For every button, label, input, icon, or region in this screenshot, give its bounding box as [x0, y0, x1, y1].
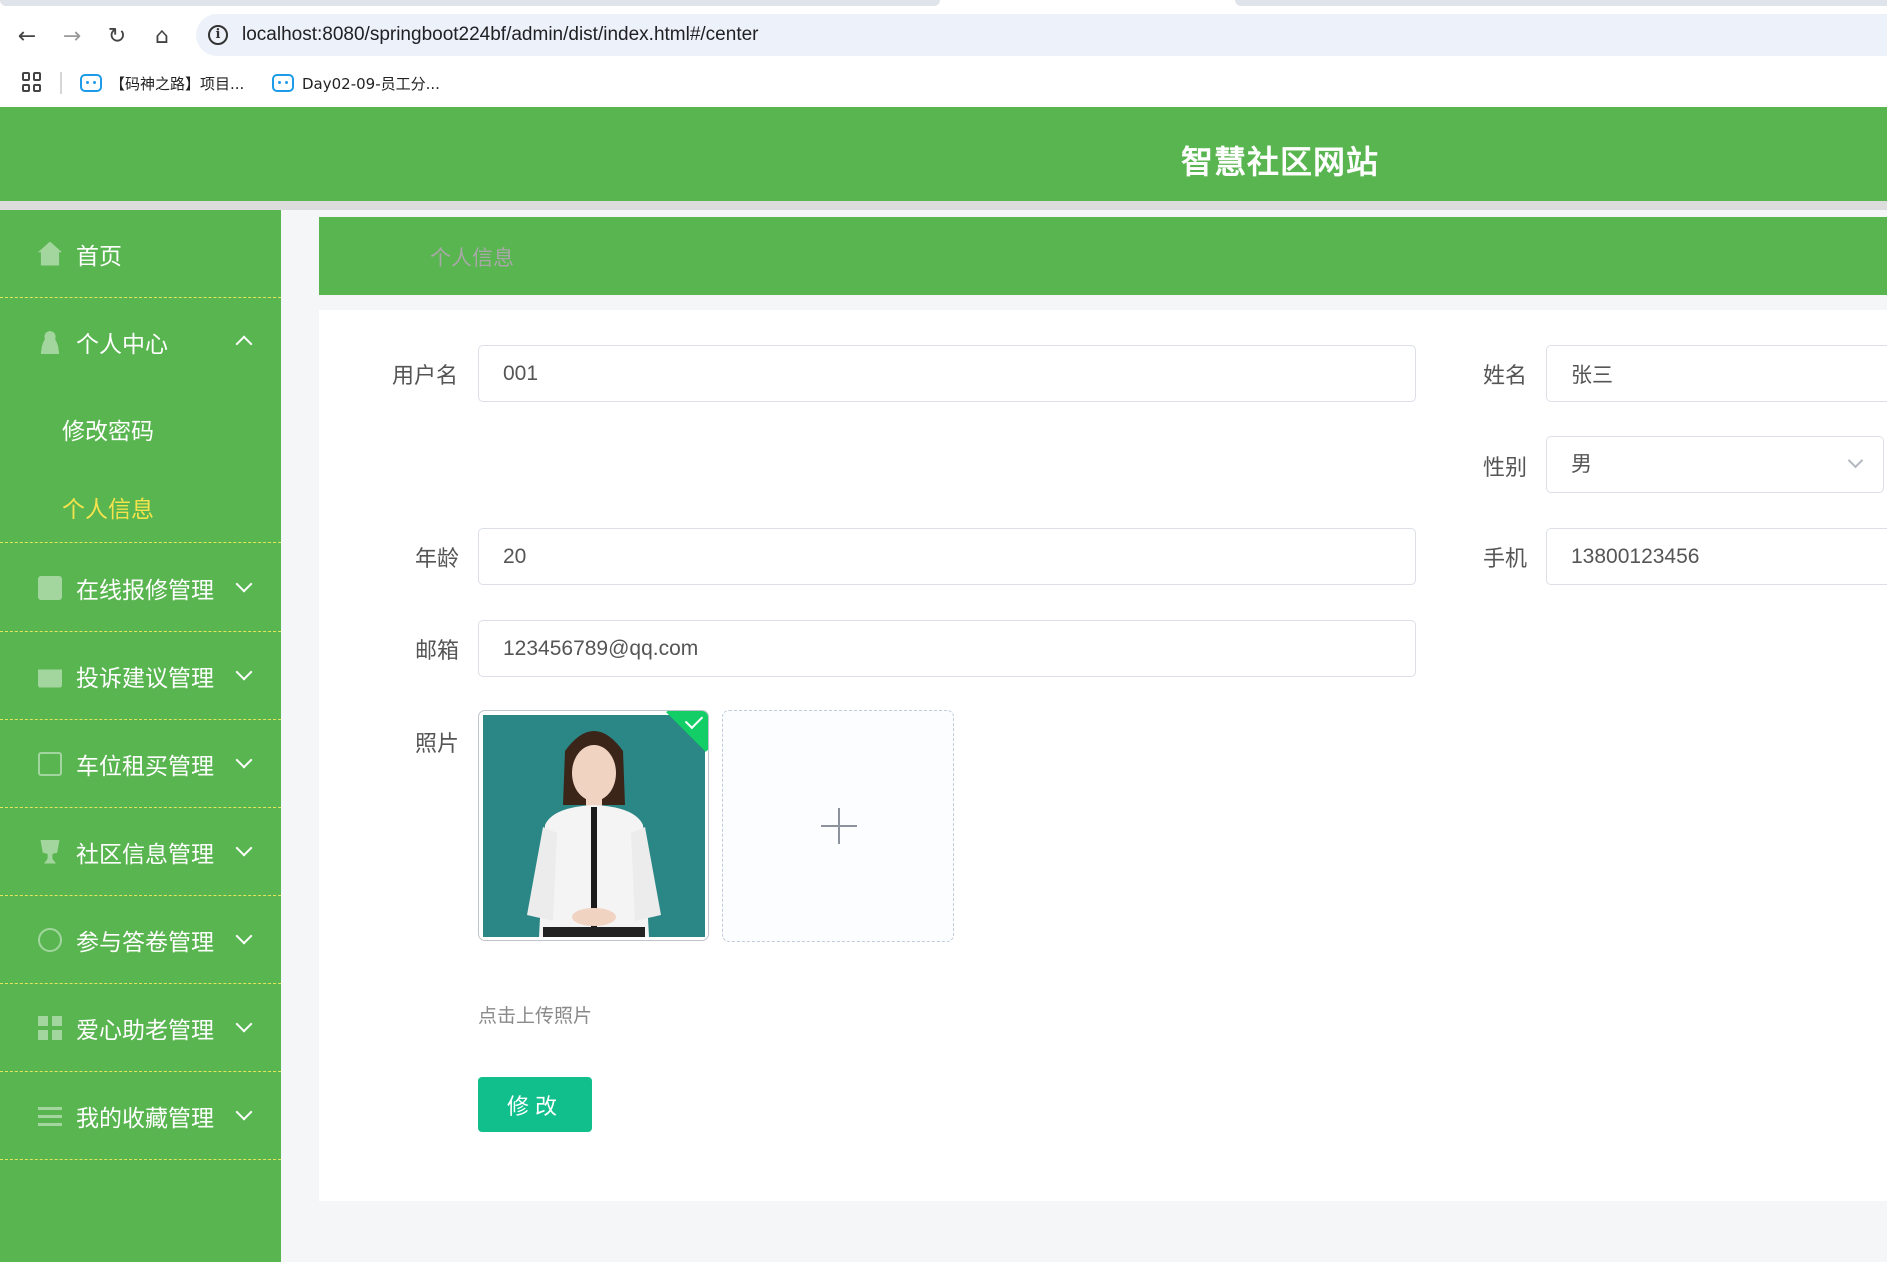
name-label: 姓名 [1483, 364, 1528, 389]
age-input[interactable] [478, 528, 1416, 585]
chevron-down-icon [235, 839, 253, 857]
address-bar[interactable]: i localhost:8080/springboot224bf/admin/d… [196, 14, 1887, 56]
sidebar-item-complaints[interactable]: 投诉建议管理 [0, 632, 281, 720]
sidebar-item-home[interactable]: 首页 [0, 210, 281, 298]
upload-tip: 点击上传照片 [478, 1005, 593, 1027]
circle-icon [38, 927, 62, 952]
sidebar-item-favorites[interactable]: 我的收藏管理 [0, 1072, 281, 1160]
sidebar-item-label: 个人中心 [76, 332, 168, 358]
sidebar-item-label: 首页 [76, 243, 122, 270]
phone-input[interactable] [1546, 528, 1887, 585]
browser-tab[interactable] [0, 0, 940, 6]
forward-arrow-icon[interactable]: → [56, 20, 88, 52]
sidebar-item-label: 在线报修管理 [76, 577, 214, 604]
chevron-down-icon [235, 927, 253, 945]
sidebar-item-label: 参与答卷管理 [76, 929, 214, 956]
bookmark-label: 【码神之路】项目... [110, 74, 245, 93]
photo-upload-button[interactable] [722, 710, 954, 942]
reload-icon[interactable]: ↻ [101, 20, 133, 52]
profile-photo-image [483, 715, 705, 937]
site-info-icon[interactable]: i [208, 25, 228, 45]
update-button[interactable]: 修改 [478, 1077, 592, 1132]
bookmark-label: Day02-09-员工分... [302, 74, 440, 93]
chevron-down-icon [1847, 452, 1864, 469]
name-input[interactable] [1546, 345, 1887, 402]
bilibili-icon [80, 74, 102, 92]
username-label: 用户名 [392, 364, 459, 389]
site-title: 智慧社区网站 [1180, 143, 1379, 181]
copy-icon [38, 751, 62, 776]
back-arrow-icon[interactable]: ← [11, 20, 43, 52]
sidebar-item-label: 车位租买管理 [76, 753, 214, 780]
browser-toolbar: ← → ↻ ⌂ i localhost:8080/springboot224bf… [0, 10, 1887, 60]
header-divider [0, 201, 1887, 210]
sidebar-item-label: 我的收藏管理 [76, 1105, 214, 1132]
submenu-item-personal-info[interactable]: 个人信息 [62, 490, 154, 524]
submenu-item-change-password[interactable]: 修改密码 [62, 412, 154, 446]
browser-tab[interactable] [1235, 0, 1887, 6]
briefcase-icon [38, 669, 62, 688]
apps-grid-icon[interactable] [22, 72, 42, 92]
bilibili-icon [272, 74, 294, 92]
sidebar: 首页 个人中心 修改密码 个人信息 在线报修管理 投诉建议管理 车位租买管理 社… [0, 210, 281, 1262]
bookmark-item[interactable]: Day02-09-员工分... [272, 70, 440, 96]
home-icon[interactable]: ⌂ [146, 20, 178, 52]
username-input[interactable] [478, 345, 1416, 402]
home-icon [38, 241, 62, 266]
age-label: 年龄 [415, 547, 460, 572]
user-icon [38, 330, 62, 354]
sidebar-item-survey[interactable]: 参与答卷管理 [0, 896, 281, 984]
sidebar-item-label: 爱心助老管理 [76, 1017, 214, 1044]
sidebar-item-repair[interactable]: 在线报修管理 [0, 544, 281, 632]
photo-label: 照片 [415, 732, 460, 757]
breadcrumb-current: 个人信息 [430, 246, 514, 270]
sidebar-item-elderly-care[interactable]: 爱心助老管理 [0, 984, 281, 1072]
document-icon [38, 575, 62, 600]
browser-tabstrip [0, 0, 1887, 10]
sidebar-item-personal-center[interactable]: 个人中心 [0, 298, 281, 386]
sidebar-item-label: 投诉建议管理 [76, 665, 214, 692]
grid-icon [38, 1015, 62, 1040]
chevron-down-icon [235, 663, 253, 681]
bookmark-item[interactable]: 【码神之路】项目... [80, 70, 244, 96]
gender-label: 性别 [1483, 456, 1528, 481]
sidebar-item-community-info[interactable]: 社区信息管理 [0, 808, 281, 896]
phone-label: 手机 [1483, 547, 1528, 572]
sidebar-item-parking[interactable]: 车位租买管理 [0, 720, 281, 808]
plus-icon [838, 808, 840, 844]
trophy-icon [40, 839, 60, 864]
submenu: 修改密码 个人信息 [0, 386, 281, 543]
chevron-down-icon [235, 1103, 253, 1121]
bookmarks-divider [60, 72, 62, 94]
chevron-down-icon [235, 751, 253, 769]
email-label: 邮箱 [415, 639, 460, 664]
url-text[interactable]: localhost:8080/springboot224bf/admin/dis… [242, 24, 759, 46]
app-header: 智慧社区网站 [0, 107, 1887, 201]
uploaded-photo[interactable] [478, 710, 709, 941]
list-icon [38, 1103, 62, 1128]
email-input[interactable] [478, 620, 1416, 677]
chevron-down-icon [235, 575, 253, 593]
gender-value: 男 [1571, 453, 1592, 476]
gender-select[interactable]: 男 [1546, 436, 1884, 493]
chevron-down-icon [235, 1015, 253, 1033]
sidebar-item-label: 社区信息管理 [76, 841, 214, 868]
bookmarks-bar: 【码神之路】项目... Day02-09-员工分... [0, 60, 1887, 107]
chevron-up-icon [235, 335, 253, 353]
breadcrumb: 个人信息 [319, 217, 1887, 295]
